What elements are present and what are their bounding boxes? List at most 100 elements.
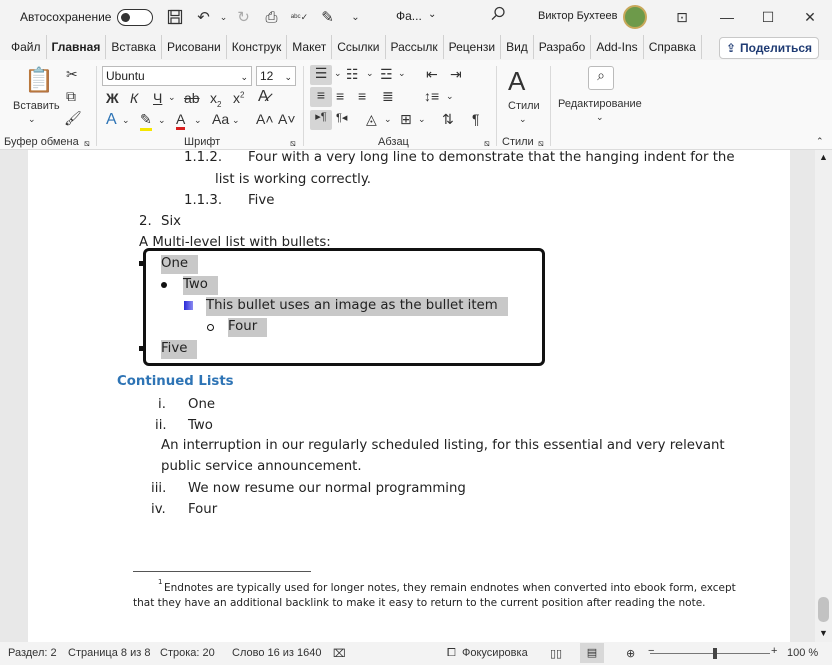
focus-label[interactable]: Фокусировка <box>462 647 528 659</box>
borders-icon[interactable]: ⊞ <box>400 111 412 128</box>
redo-icon[interactable]: ↻ <box>229 3 257 31</box>
rtl-icon[interactable]: ¶◂ <box>336 111 347 124</box>
read-mode-icon[interactable]: ▯▯ <box>550 647 562 660</box>
font-name-select[interactable]: Ubuntu ⌄ <box>102 66 252 86</box>
tab-home[interactable]: Главная <box>47 35 107 59</box>
vertical-scrollbar[interactable]: ▲ ▼ <box>815 150 832 642</box>
file-name[interactable]: Фа... <box>396 9 422 23</box>
chevron-down-icon[interactable]: ⌄ <box>28 114 36 125</box>
justify-icon[interactable]: ≣ <box>382 88 394 105</box>
chevron-down-icon[interactable]: ⌄ <box>384 114 392 125</box>
undo-dropdown-icon[interactable]: ⌄ <box>217 3 229 31</box>
change-case-icon[interactable]: Aa <box>212 111 229 127</box>
dialog-launcher-icon[interactable]: ⧅ <box>290 138 296 149</box>
align-left-icon[interactable]: ≡ <box>310 87 332 107</box>
user-name[interactable]: Виктор Бухтеев <box>538 10 617 22</box>
status-page[interactable]: Страница 8 из 8 <box>68 647 150 659</box>
paste-icon[interactable]: 📋 <box>24 66 54 95</box>
text-effects-icon[interactable]: A <box>106 111 117 129</box>
tab-mailings[interactable]: Рассылк <box>386 35 444 59</box>
show-marks-icon[interactable]: ¶ <box>472 111 480 127</box>
chevron-down-icon[interactable]: ⌄ <box>446 91 454 102</box>
zoom-in-icon[interactable]: + <box>771 645 777 657</box>
strikethrough-icon[interactable]: ab <box>184 90 200 106</box>
chevron-down-icon[interactable]: ⌄ <box>194 115 202 126</box>
bullets-icon[interactable]: ☰ <box>310 65 332 85</box>
styles-label[interactable]: Стили <box>508 100 540 112</box>
proofing-icon[interactable]: ⌧ <box>333 647 346 660</box>
avatar[interactable] <box>623 5 647 29</box>
dialog-launcher-icon[interactable]: ⧅ <box>84 138 90 149</box>
editing-label[interactable]: Редактирование <box>558 98 642 110</box>
underline-button[interactable]: Ч <box>153 90 162 106</box>
ribbon-display-icon[interactable]: ⊡ <box>668 3 696 31</box>
font-color-icon[interactable]: A <box>176 111 186 130</box>
search-icon[interactable] <box>490 6 506 25</box>
tab-file[interactable]: Файл <box>6 35 47 59</box>
styles-icon[interactable]: A <box>508 66 525 97</box>
sort-icon[interactable]: ⇅ <box>442 111 454 128</box>
tab-draw[interactable]: Рисовани <box>162 35 227 59</box>
clear-formatting-icon[interactable]: A̷ <box>258 88 269 106</box>
chevron-down-icon[interactable]: ⌄ <box>122 115 130 126</box>
tab-view[interactable]: Вид <box>501 35 534 59</box>
zoom-level[interactable]: 100 % <box>787 647 818 659</box>
tab-developer[interactable]: Разрабо <box>534 35 592 59</box>
numbering-icon[interactable]: ☷ <box>346 66 359 83</box>
edit-icon[interactable]: ✎ <box>313 3 341 31</box>
tab-insert[interactable]: Вставка <box>106 35 162 59</box>
tab-help[interactable]: Справка <box>644 35 702 59</box>
print-icon[interactable]: ⎙ <box>257 3 285 31</box>
dialog-launcher-icon[interactable]: ⧅ <box>484 138 490 149</box>
subscript-icon[interactable]: x2 <box>210 90 221 109</box>
document-page[interactable]: 1.1.2. Four with a very long line to dem… <box>28 150 790 642</box>
focus-icon[interactable]: ⧠ <box>447 647 456 660</box>
decrease-indent-icon[interactable]: ⇤ <box>426 66 438 83</box>
search-icon[interactable]: ⌕ <box>588 66 614 90</box>
tab-review[interactable]: Рецензи <box>444 35 502 59</box>
scroll-up-icon[interactable]: ▲ <box>819 152 828 162</box>
minimize-icon[interactable]: — <box>713 3 741 31</box>
print-layout-icon[interactable]: ▤ <box>580 643 604 663</box>
status-words[interactable]: Слово 16 из 1640 <box>232 647 322 659</box>
autosave-toggle[interactable] <box>117 8 154 26</box>
chevron-down-icon[interactable]: ⌄ <box>398 68 406 79</box>
zoom-out-icon[interactable]: − <box>648 645 654 657</box>
tab-addins[interactable]: Add-Ins <box>591 35 644 59</box>
scrollbar-thumb[interactable] <box>818 597 829 622</box>
tab-design[interactable]: Конструк <box>227 35 288 59</box>
scroll-down-icon[interactable]: ▼ <box>819 628 828 638</box>
save-icon[interactable] <box>161 3 189 31</box>
format-painter-icon[interactable]: 🖌 <box>64 110 82 127</box>
shading-icon[interactable]: ◬ <box>366 111 377 128</box>
tab-layout[interactable]: Макет <box>287 35 333 59</box>
zoom-slider[interactable] <box>650 653 770 654</box>
line-spacing-icon[interactable]: ↕≡ <box>424 88 439 104</box>
web-layout-icon[interactable]: ⊕ <box>626 647 635 660</box>
chevron-down-icon[interactable]: ⌄ <box>168 92 176 103</box>
paste-label[interactable]: Вставить <box>13 100 60 112</box>
close-icon[interactable]: ✕ <box>796 3 824 31</box>
increase-indent-icon[interactable]: ⇥ <box>450 66 462 83</box>
undo-icon[interactable]: ↶ <box>189 3 217 31</box>
chevron-down-icon[interactable]: ⌄ <box>366 68 374 79</box>
chevron-down-icon[interactable]: ⌄ <box>232 115 240 126</box>
cut-icon[interactable]: ✂ <box>66 66 78 83</box>
ltr-icon[interactable]: ▸¶ <box>310 110 332 130</box>
maximize-icon[interactable]: ☐ <box>754 3 782 31</box>
chevron-down-icon[interactable]: ⌄ <box>334 68 342 79</box>
status-line[interactable]: Строка: 20 <box>160 647 215 659</box>
align-right-icon[interactable]: ≡ <box>358 88 366 104</box>
chevron-down-icon[interactable]: ⌄ <box>428 9 436 20</box>
chevron-down-icon[interactable]: ⌄ <box>158 115 166 126</box>
status-section[interactable]: Раздел: 2 <box>8 647 57 659</box>
bold-button[interactable]: Ж <box>106 90 119 106</box>
italic-button[interactable]: К <box>130 90 138 106</box>
share-button[interactable]: ⇪ Поделиться <box>719 37 819 59</box>
customize-toolbar-icon[interactable]: ⌄ <box>341 3 369 31</box>
superscript-icon[interactable]: x2 <box>233 90 244 106</box>
dialog-launcher-icon[interactable]: ⧅ <box>538 138 544 149</box>
zoom-slider-thumb[interactable] <box>713 648 717 659</box>
chevron-down-icon[interactable]: ⌄ <box>596 112 604 123</box>
spelling-icon[interactable]: ᵃᵇᶜ✓ <box>285 3 313 31</box>
